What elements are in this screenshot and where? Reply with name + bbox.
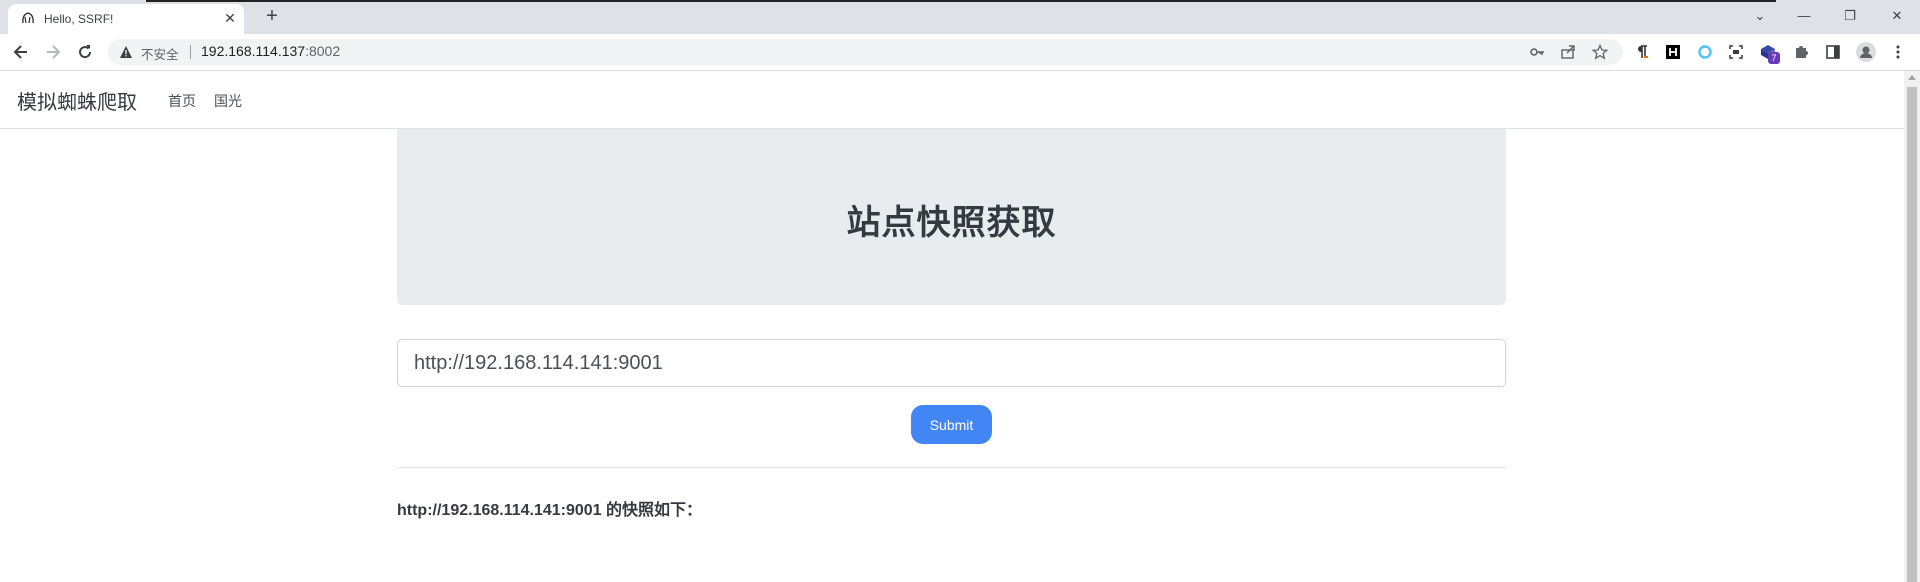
- url-host: 192.168.114.137: [201, 43, 306, 59]
- tab-search-icon[interactable]: ⌄: [1748, 6, 1772, 26]
- profile-avatar-icon[interactable]: [1856, 42, 1876, 62]
- scrollbar-thumb[interactable]: [1907, 87, 1917, 582]
- window-top-line: [146, 0, 1776, 2]
- nav-link-home[interactable]: 首页: [168, 91, 196, 111]
- screenshot-extension-icon[interactable]: [1728, 44, 1744, 60]
- url-port: :8002: [305, 43, 341, 59]
- page-scrollbar[interactable]: [1904, 71, 1920, 582]
- ring-extension-icon[interactable]: [1697, 44, 1713, 60]
- forward-arrow-icon[interactable]: [43, 42, 63, 62]
- omnibox-separator: [190, 45, 191, 59]
- tab-close-icon[interactable]: ✕: [222, 10, 238, 26]
- tab-title: Hello, SSRF!: [44, 12, 114, 26]
- address-bar[interactable]: 不安全 192.168.114.137:8002: [108, 39, 1623, 65]
- restore-button[interactable]: ❐: [1838, 6, 1862, 26]
- kebab-menu-icon[interactable]: [1890, 44, 1906, 60]
- h-extension-icon[interactable]: [1665, 44, 1681, 60]
- divider: [397, 467, 1506, 468]
- scroll-up-arrow-icon[interactable]: [1908, 75, 1916, 80]
- cube-extension-icon[interactable]: 7: [1760, 44, 1780, 64]
- tab-strip: Hello, SSRF! ✕ + ⌄ — ❐ ✕: [0, 0, 1920, 34]
- navbar-brand[interactable]: 模拟蜘蛛爬取: [17, 86, 137, 115]
- page-title: 站点快照获取: [846, 204, 1057, 242]
- security-label[interactable]: 不安全: [141, 44, 179, 63]
- anime-face-icon: [22, 12, 34, 24]
- new-tab-button[interactable]: +: [262, 6, 282, 27]
- share-icon[interactable]: [1560, 44, 1576, 60]
- url-input[interactable]: [397, 339, 1506, 387]
- browser-toolbar: 不安全 192.168.114.137:8002 7: [0, 34, 1920, 71]
- warning-icon[interactable]: [119, 45, 133, 59]
- reload-icon[interactable]: [75, 42, 95, 62]
- jumbotron: 站点快照获取: [397, 129, 1506, 305]
- puzzle-extensions-icon[interactable]: [1793, 44, 1809, 60]
- snapshot-result-text: http://192.168.114.141:9001 的快照如下：: [397, 502, 703, 519]
- back-arrow-icon[interactable]: [11, 42, 31, 62]
- url-text[interactable]: 192.168.114.137:8002: [201, 43, 340, 59]
- bookmark-star-icon[interactable]: [1592, 44, 1608, 60]
- page-viewport: 模拟蜘蛛爬取 首页 国光 站点快照获取 Submit http://192.16…: [0, 71, 1904, 582]
- pilcrow-extension-icon[interactable]: [1634, 44, 1650, 60]
- minimize-button[interactable]: —: [1792, 6, 1816, 26]
- nav-link-guoguang[interactable]: 国光: [214, 91, 242, 111]
- close-window-button[interactable]: ✕: [1885, 6, 1909, 26]
- site-navbar: 模拟蜘蛛爬取 首页 国光: [0, 71, 1904, 129]
- key-icon[interactable]: [1529, 44, 1545, 60]
- extension-badge: 7: [1768, 52, 1780, 64]
- browser-tab[interactable]: Hello, SSRF! ✕: [8, 4, 244, 34]
- side-panel-icon[interactable]: [1825, 44, 1841, 60]
- submit-button[interactable]: Submit: [911, 405, 992, 444]
